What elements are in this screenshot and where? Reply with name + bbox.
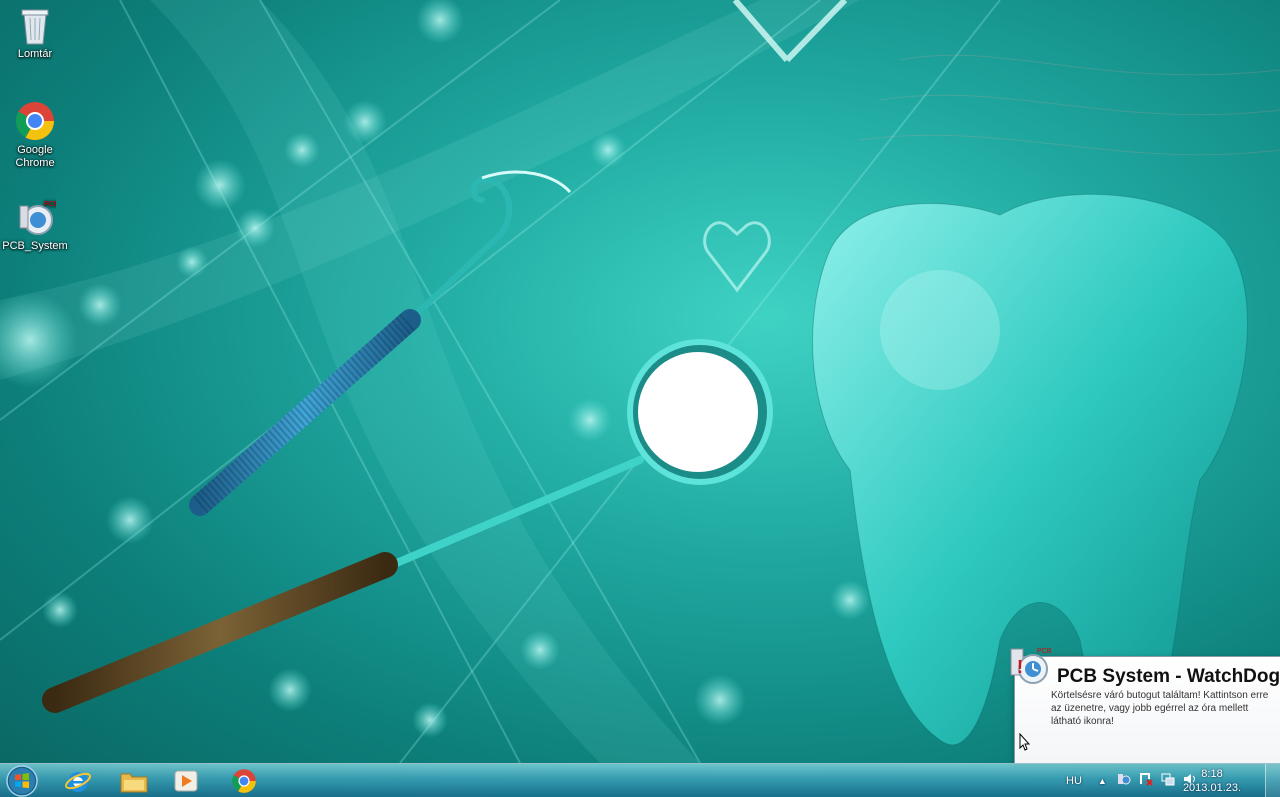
taskbar-chrome[interactable]	[218, 765, 270, 796]
network-icon[interactable]	[1161, 772, 1175, 789]
clock-time: 8:18	[1201, 768, 1223, 780]
action-center-icon[interactable]	[1139, 772, 1153, 789]
taskbar-media-player[interactable]	[160, 765, 212, 796]
pcb-system-icon: PCB	[14, 196, 59, 238]
taskbar-internet-explorer[interactable]	[52, 765, 104, 796]
show-hidden-icons-icon[interactable]: ▲	[1098, 776, 1107, 786]
pcb-watchdog-icon: ! PCB	[1007, 643, 1053, 689]
notification-message: Körtelsésre váró butogut találtam! Katti…	[1051, 690, 1269, 727]
svg-text:PCB: PCB	[44, 201, 56, 208]
mouse-cursor-icon	[1019, 732, 1031, 756]
clock-date: 2013.01.23.	[1182, 782, 1242, 794]
desktop-icon-label: Lomtár	[17, 48, 53, 60]
windows-start-icon	[6, 764, 38, 797]
desktop-icon-label: PCB_System	[2, 240, 68, 252]
taskbar-clock[interactable]: 8:18 2013.01.23.	[1182, 767, 1242, 795]
watchdog-notification[interactable]: ! PCB PCB System - WatchDog Körtelsésre …	[1010, 648, 1280, 764]
desktop-icon-pcb-system[interactable]: PCB PCB_System	[0, 196, 70, 253]
language-indicator[interactable]: HU	[1066, 775, 1082, 787]
svg-text:!: !	[1017, 657, 1023, 677]
desktop-wallpaper	[0, 0, 1280, 763]
taskbar: HU ▲ 8:18 2013.01.23.	[0, 763, 1280, 797]
notification-title: PCB System - WatchDog	[1057, 666, 1280, 687]
svg-text:PCB: PCB	[1037, 648, 1052, 655]
file-explorer-icon	[120, 773, 148, 792]
desktop-icon-recycle-bin[interactable]: Lomtár	[0, 4, 70, 61]
chrome-icon	[14, 100, 56, 142]
desktop-icon-label: Google Chrome	[15, 144, 55, 169]
desktop-icon-chrome[interactable]: Google Chrome	[0, 100, 70, 170]
taskbar-file-explorer[interactable]	[108, 765, 160, 796]
recycle-bin-icon	[14, 4, 56, 46]
internet-explorer-icon	[65, 771, 91, 792]
tray-pcb-icon[interactable]	[1117, 772, 1131, 789]
media-player-icon	[174, 770, 198, 791]
chrome-icon	[232, 768, 256, 793]
show-desktop-button[interactable]	[1265, 764, 1280, 797]
start-button[interactable]	[4, 764, 40, 797]
